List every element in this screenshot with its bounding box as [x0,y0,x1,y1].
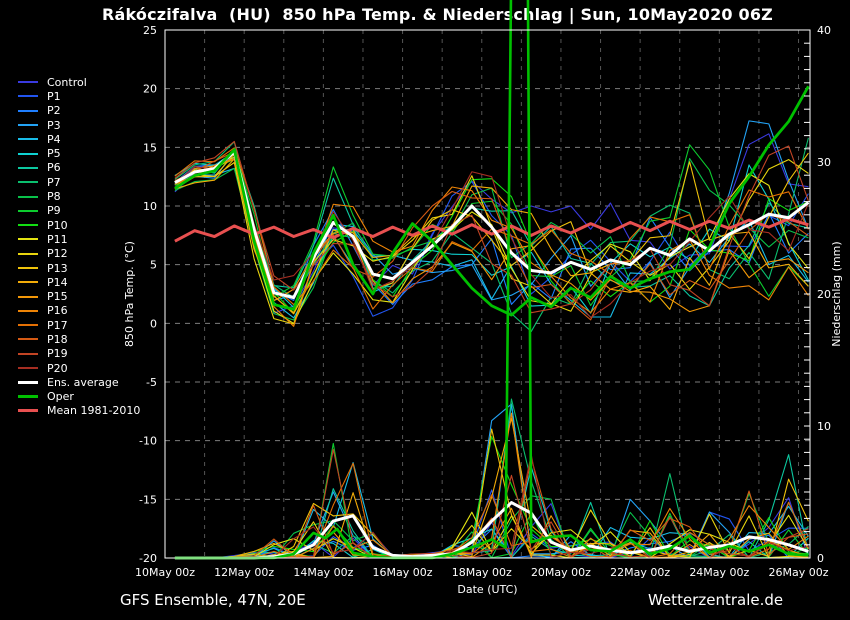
left-axis-tick-label: 25 [143,24,157,37]
x-axis-title: Date (UTC) [457,583,517,596]
left-axis-tick-label: 20 [143,83,157,96]
source-label: Wetterzentrale.de [648,591,783,609]
x-axis-tick-label: 22May 00z [610,566,670,579]
right-axis-tick-label: 40 [817,24,831,37]
x-axis-tick-label: 12May 00z [214,566,274,579]
meteogram-app: { "title": "Rákóczifalva (HU) 850 hPa Te… [0,0,850,620]
right-axis-tick-label: 30 [817,156,831,169]
x-axis-tick-label: 18May 00z [452,566,512,579]
x-axis-tick-label: 24May 00z [689,566,749,579]
right-axis-ticks [804,43,810,545]
left-axis-tick-label: 10 [143,200,157,213]
left-axis-tick-label: 0 [150,317,157,330]
left-axis-tick-label: -5 [146,376,157,389]
right-axis-tick-label: 10 [817,420,831,433]
ensemble-members-precip [175,399,809,558]
left-axis-tick-label: -20 [139,552,157,565]
x-axis-tick-label: 16May 00z [373,566,433,579]
x-axis-tick-label: 20May 00z [531,566,591,579]
left-axis-title: 850 hPa Temp. (°C) [123,241,136,347]
left-axis-tick-label: 15 [143,141,157,154]
right-axis-title: Niederschlag (mm) [830,241,843,346]
right-axis-tick-label: 20 [817,288,831,301]
x-axis-tick-label: 14May 00z [293,566,353,579]
right-axis-tick-label: 0 [817,552,824,565]
left-axis-tick-label: -15 [139,493,157,506]
meteogram-plot: 25 20 15 10 5 0 -5 -10 -15 -20 0 10 20 30 40 10May 00z 1… [0,0,850,620]
model-run-label: GFS Ensemble, 47N, 20E [120,591,306,609]
left-axis-tick-label: 5 [150,259,157,272]
left-axis-tick-label: -10 [139,435,157,448]
x-axis-tick-label: 10May 00z [135,566,195,579]
x-axis-tick-label: 26May 00z [769,566,829,579]
